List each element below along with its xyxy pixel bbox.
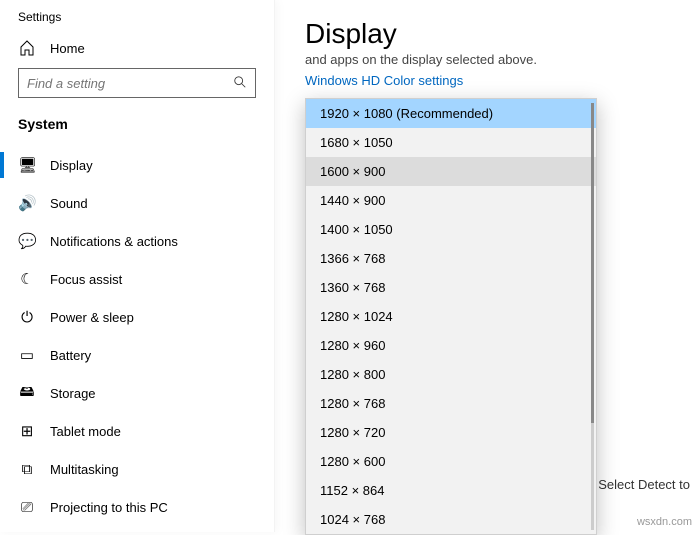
sidebar-item-label: Battery	[50, 348, 91, 363]
resolution-option[interactable]: 1280 × 1024	[306, 302, 596, 331]
sidebar-item-sound[interactable]: 🔊 Sound	[0, 184, 274, 222]
resolution-option[interactable]: 1280 × 768	[306, 389, 596, 418]
home-icon	[18, 40, 36, 56]
sidebar-item-projecting-to-this-pc[interactable]: ⎚ Projecting to this PC	[0, 488, 274, 526]
power-sleep-icon: ⏻	[18, 309, 36, 326]
notifications-icon: 💬	[18, 232, 36, 250]
resolution-option[interactable]: 1280 × 720	[306, 418, 596, 447]
home-label: Home	[50, 41, 85, 56]
search-input[interactable]	[27, 76, 233, 91]
sidebar-item-notifications-actions[interactable]: 💬 Notifications & actions	[0, 222, 274, 260]
page-subtitle: and apps on the display selected above.	[305, 52, 690, 67]
sidebar-item-display[interactable]: 🖥 Display	[0, 146, 274, 184]
sidebar-item-label: Display	[50, 158, 93, 173]
sidebar-item-label: Multitasking	[50, 462, 119, 477]
sidebar-item-label: Projecting to this PC	[50, 500, 168, 515]
search-icon	[233, 75, 247, 92]
battery-icon: ▭	[18, 346, 36, 364]
resolution-option[interactable]: 1440 × 900	[306, 186, 596, 215]
projecting-icon: ⎚	[18, 499, 36, 516]
hd-color-link[interactable]: Windows HD Color settings	[305, 73, 463, 88]
resolution-option[interactable]: 1600 × 900	[306, 157, 596, 186]
display-icon: 🖥	[18, 156, 36, 174]
resolution-option[interactable]: 1366 × 768	[306, 244, 596, 273]
sidebar-item-power-sleep[interactable]: ⏻ Power & sleep	[0, 298, 274, 336]
resolution-option[interactable]: 1152 × 864	[306, 476, 596, 505]
sound-icon: 🔊	[18, 194, 36, 212]
sidebar-item-label: Storage	[50, 386, 96, 401]
sidebar-item-focus-assist[interactable]: ☾ Focus assist	[0, 260, 274, 298]
resolution-option[interactable]: 1400 × 1050	[306, 215, 596, 244]
dropdown-scrollbar[interactable]	[591, 103, 594, 530]
window-title: Settings	[0, 0, 274, 32]
multitasking-icon: ⧉	[18, 461, 36, 478]
resolution-option[interactable]: 1280 × 600	[306, 447, 596, 476]
sidebar-item-tablet-mode[interactable]: ⊞ Tablet mode	[0, 412, 274, 450]
home-nav[interactable]: Home	[0, 32, 274, 68]
sidebar-item-label: Power & sleep	[50, 310, 134, 325]
main-panel: Display and apps on the display selected…	[275, 0, 700, 532]
resolution-option[interactable]: 1024 × 768	[306, 505, 596, 534]
resolution-option[interactable]: 1360 × 768	[306, 273, 596, 302]
sidebar-item-battery[interactable]: ▭ Battery	[0, 336, 274, 374]
sidebar-item-label: Focus assist	[50, 272, 122, 287]
tablet-mode-icon: ⊞	[18, 422, 36, 440]
resolution-option[interactable]: 1680 × 1050	[306, 128, 596, 157]
sidebar: Settings Home System 🖥 Display 🔊 Sound 💬 Noti…	[0, 0, 275, 532]
resolution-option[interactable]: 1280 × 800	[306, 360, 596, 389]
storage-icon: 🖴	[18, 381, 36, 406]
sidebar-section-title: System	[0, 112, 274, 146]
sidebar-nav: 🖥 Display 🔊 Sound 💬 Notifications & actions ☾ F…	[0, 146, 274, 526]
resolution-option[interactable]: 1280 × 960	[306, 331, 596, 360]
sidebar-item-storage[interactable]: 🖴 Storage	[0, 374, 274, 412]
focus-assist-icon: ☾	[18, 270, 36, 288]
sidebar-item-label: Sound	[50, 196, 88, 211]
page-title: Display	[305, 18, 690, 50]
search-box[interactable]	[18, 68, 256, 98]
sidebar-item-label: Notifications & actions	[50, 234, 178, 249]
watermark: wsxdn.com	[637, 516, 692, 528]
sidebar-item-label: Tablet mode	[50, 424, 121, 439]
resolution-option[interactable]: 1920 × 1080 (Recommended)	[306, 99, 596, 128]
resolution-dropdown[interactable]: 1920 × 1080 (Recommended)1680 × 10501600…	[305, 98, 597, 535]
sidebar-item-multitasking[interactable]: ⧉ Multitasking	[0, 450, 274, 488]
